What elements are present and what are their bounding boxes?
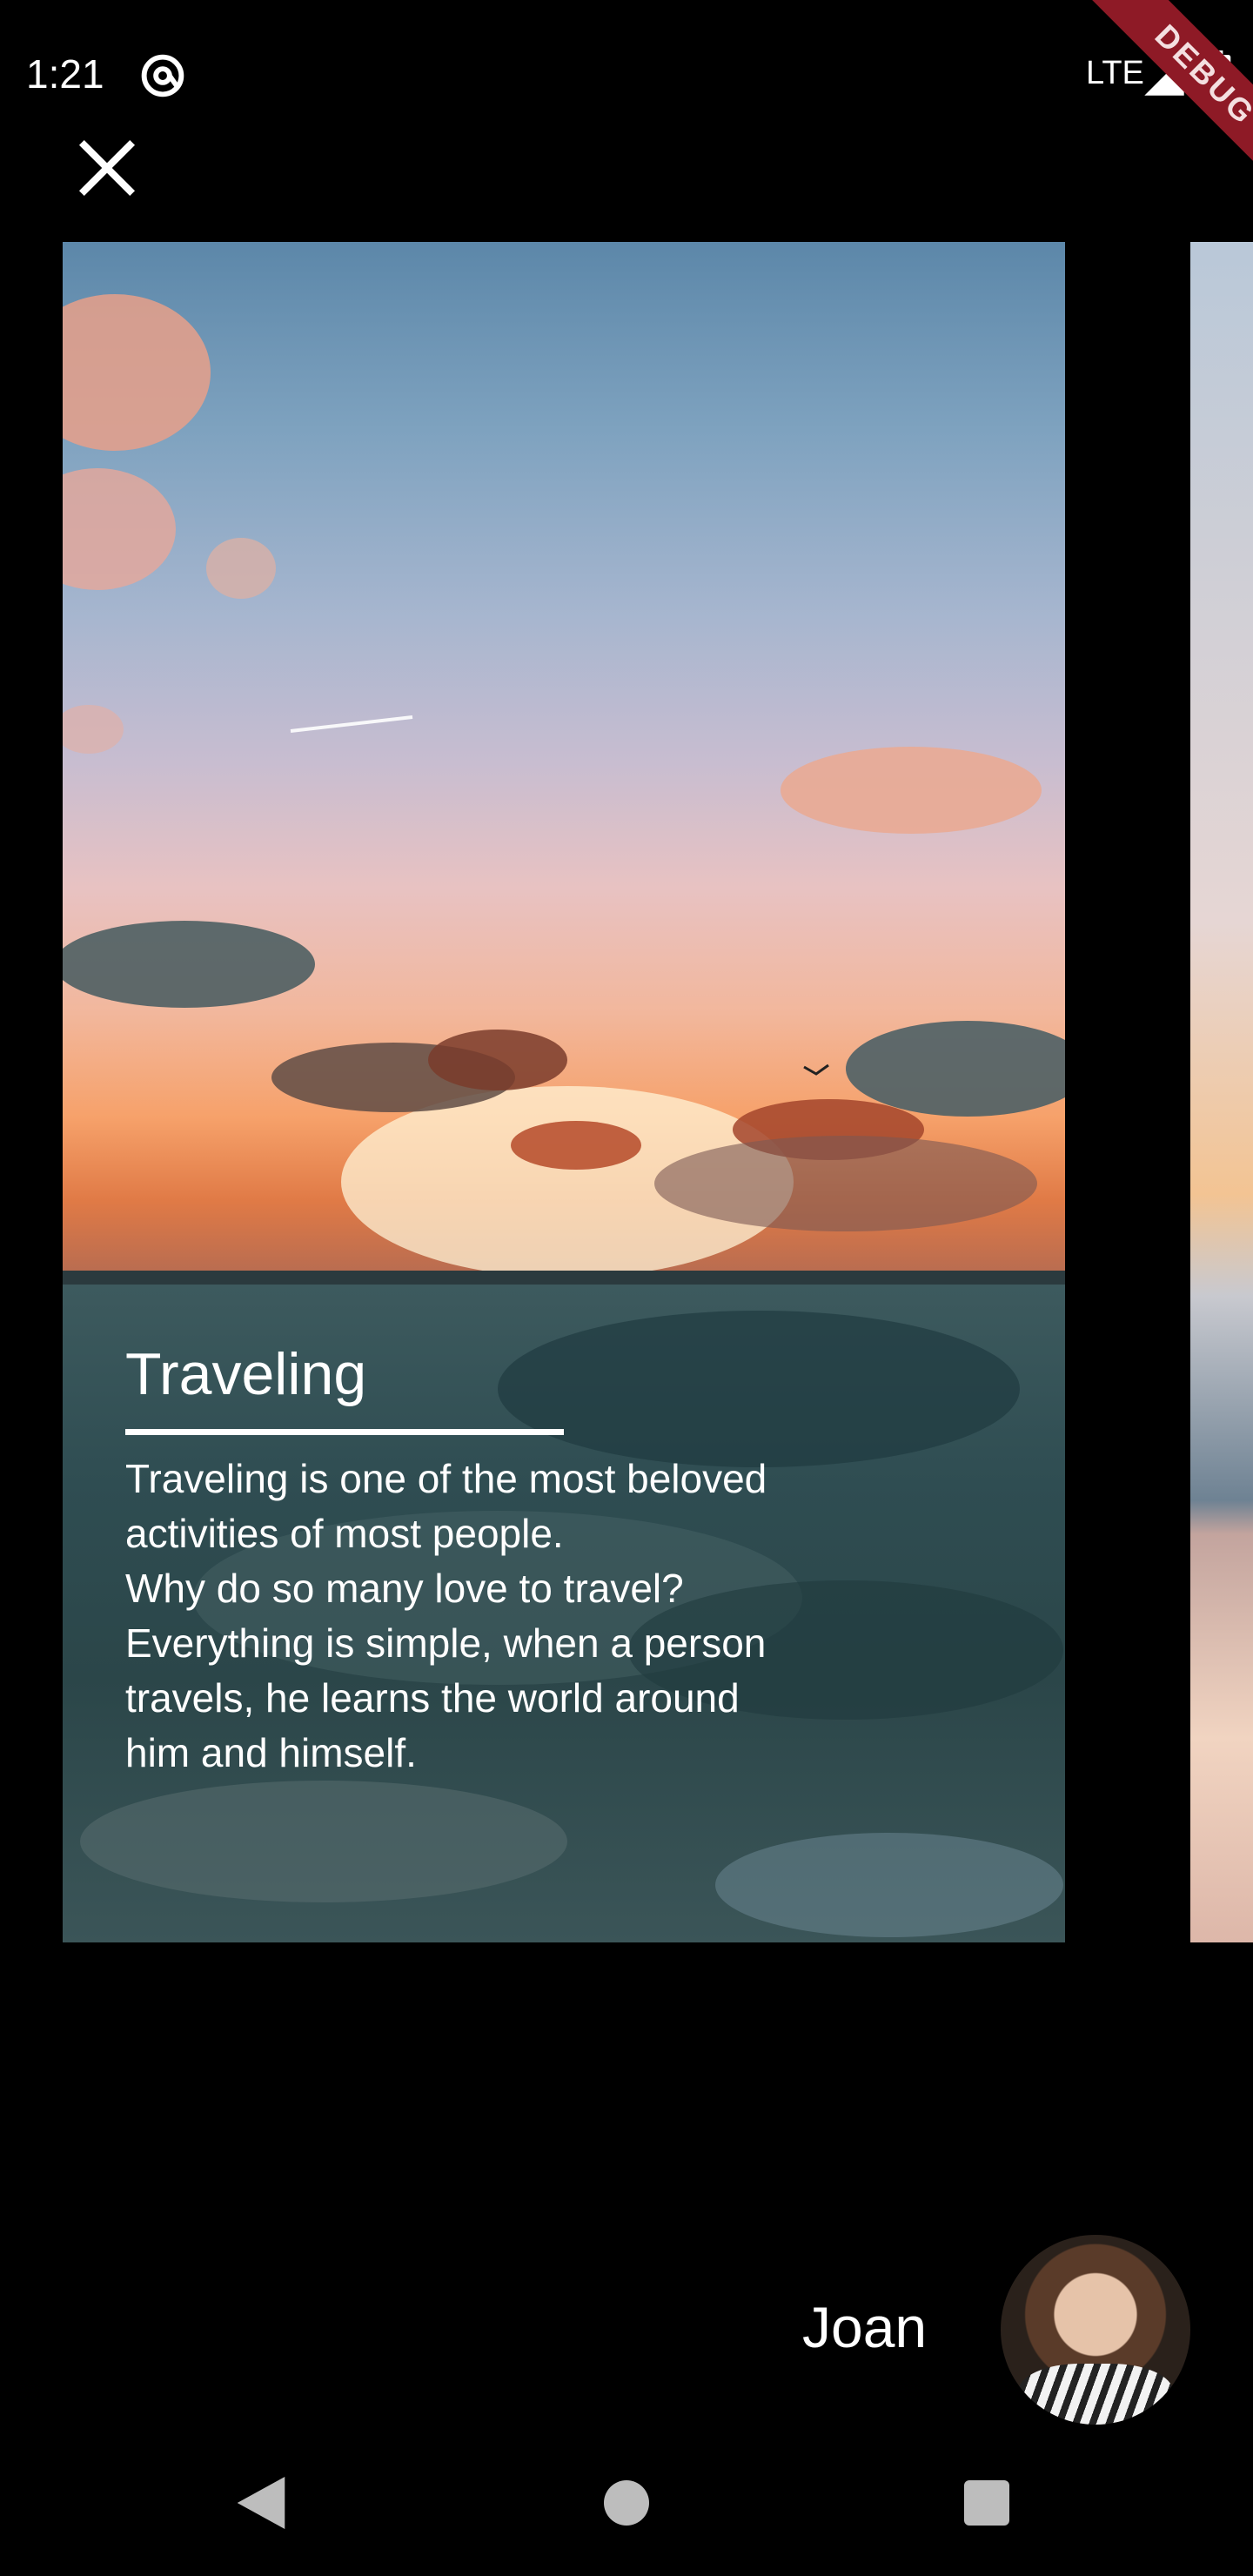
- title-underline: [125, 1429, 564, 1435]
- close-button[interactable]: [77, 138, 137, 198]
- story-title: Traveling: [125, 1341, 367, 1407]
- story-body-line: Why do so many love to travel?: [125, 1566, 684, 1611]
- avatar-shirt: [1018, 2364, 1173, 2425]
- story-body-line: Everything is simple, when a person: [125, 1620, 767, 1666]
- story-body: Traveling is one of the most beloved act…: [125, 1452, 926, 1781]
- network-type: LTE: [1086, 55, 1144, 91]
- back-icon[interactable]: [237, 2477, 285, 2529]
- home-icon[interactable]: [604, 2480, 649, 2526]
- at-sign-icon: [141, 54, 184, 97]
- avatar[interactable]: [1001, 2235, 1190, 2425]
- status-time: 1:21: [26, 51, 104, 97]
- next-story-card[interactable]: [1190, 242, 1253, 1942]
- story-card[interactable]: Traveling Traveling is one of the most b…: [63, 242, 1065, 1942]
- story-body-line: him and himself.: [125, 1730, 417, 1775]
- story-body-line: activities of most people.: [125, 1511, 564, 1556]
- story-body-line: Traveling is one of the most beloved: [125, 1456, 767, 1501]
- recents-icon[interactable]: [964, 2480, 1009, 2526]
- story-body-line: travels, he learns the world around: [125, 1675, 740, 1721]
- sunset-photo: [63, 242, 1065, 1285]
- author-name: Joan: [802, 2295, 928, 2359]
- horizon-line: [63, 1271, 1065, 1285]
- status-bar: 1:21 LTE: [0, 0, 1253, 148]
